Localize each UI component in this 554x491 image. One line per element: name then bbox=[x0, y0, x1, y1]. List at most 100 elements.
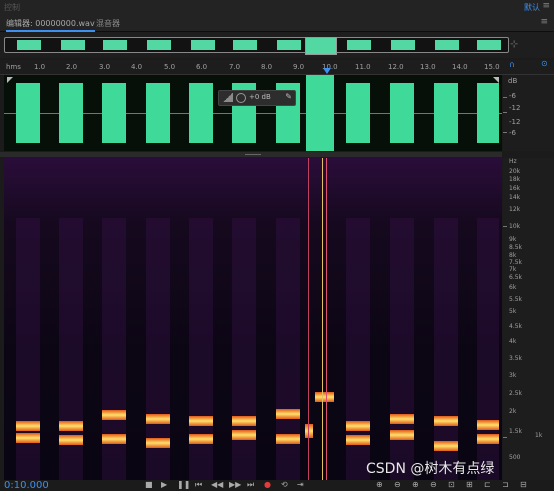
spectral-band bbox=[477, 420, 499, 430]
db-tick bbox=[503, 97, 507, 98]
overview-clip bbox=[477, 40, 501, 50]
spectral-band bbox=[102, 410, 126, 420]
tab-editor[interactable]: 编辑器: 00000000.wav bbox=[6, 18, 95, 32]
panel-splitter[interactable] bbox=[0, 152, 502, 157]
ruler-tick: 12.0 bbox=[388, 63, 404, 71]
ruler-tick: 15.0 bbox=[484, 63, 500, 71]
waveform-clip bbox=[477, 83, 499, 143]
waveform-clip bbox=[16, 83, 40, 143]
ruler-unit: hms bbox=[6, 63, 21, 71]
zoom-out-amplitude-icon[interactable]: ⊖ bbox=[394, 481, 401, 489]
hz-label: 12k bbox=[509, 206, 521, 213]
skip-end-icon[interactable]: ⏭ bbox=[247, 481, 254, 489]
spectral-column bbox=[232, 218, 256, 480]
workspace-selector[interactable]: 默认 bbox=[524, 2, 540, 13]
spectral-display[interactable] bbox=[4, 158, 502, 480]
overview-clip bbox=[277, 40, 301, 50]
spectral-band bbox=[189, 434, 213, 444]
ruler-tick: 11.0 bbox=[355, 63, 371, 71]
spectral-band bbox=[305, 424, 313, 438]
stop-icon[interactable]: ■ bbox=[145, 481, 153, 489]
waveform-clip bbox=[59, 83, 83, 143]
hz-label: 7k bbox=[509, 266, 517, 273]
hz-tick bbox=[503, 226, 507, 227]
ruler-tick: 3.0 bbox=[99, 63, 111, 71]
fast-forward-icon[interactable]: ▶▶ bbox=[229, 481, 241, 489]
overview-navigator[interactable]: ⊹ bbox=[0, 32, 554, 58]
zoom-full-icon[interactable]: ⊡ bbox=[448, 481, 455, 489]
pin-icon[interactable]: ✎ bbox=[285, 92, 292, 101]
db-scale: dB -6 -12 -12 -6 ⊙ ∩ bbox=[503, 59, 554, 151]
selection-edge bbox=[308, 158, 309, 480]
hz-label: 6k bbox=[509, 284, 517, 291]
playhead-line[interactable] bbox=[322, 158, 323, 480]
headphones-icon[interactable]: ∩ bbox=[509, 60, 515, 69]
zoom-in-time-icon[interactable]: ⊕ bbox=[412, 481, 419, 489]
spectral-band bbox=[346, 421, 370, 431]
db-tick bbox=[503, 112, 507, 113]
overview-clip bbox=[17, 40, 41, 50]
spectral-band bbox=[102, 434, 126, 444]
waveform-display[interactable] bbox=[4, 75, 502, 151]
overview-selection[interactable] bbox=[305, 37, 337, 55]
channel-icon[interactable]: ⊙ bbox=[541, 59, 548, 68]
overview-clip bbox=[147, 40, 171, 50]
hz-tick bbox=[503, 437, 507, 438]
time-ruler[interactable]: hms 1.0 2.0 3.0 4.0 5.0 6.0 7.0 8.0 9.0 … bbox=[0, 60, 554, 75]
spectral-band bbox=[390, 430, 414, 440]
skip-selection-icon[interactable]: ⇥ bbox=[297, 481, 304, 489]
level-icon bbox=[223, 93, 233, 102]
spectral-band bbox=[146, 438, 170, 448]
db-label: -6 bbox=[509, 92, 516, 100]
waveform-selection[interactable] bbox=[306, 75, 334, 151]
hz-label: 2.5k bbox=[509, 390, 523, 397]
zoom-left-icon[interactable]: ⊏ bbox=[484, 481, 491, 489]
ruler-tick: 4.0 bbox=[131, 63, 143, 71]
zoom-out-time-icon[interactable]: ⊖ bbox=[430, 481, 437, 489]
ruler-tick: 2.0 bbox=[66, 63, 78, 71]
skip-start-icon[interactable]: ⏮ bbox=[195, 481, 202, 489]
spectral-band bbox=[315, 392, 334, 402]
spectral-band bbox=[434, 416, 458, 426]
spectral-band bbox=[276, 434, 300, 444]
gain-value: +0 dB bbox=[249, 93, 271, 101]
playhead-handle[interactable] bbox=[323, 68, 331, 74]
zoom-right-icon[interactable]: ⊐ bbox=[502, 481, 509, 489]
hz-label: 5k bbox=[509, 308, 517, 315]
hz-label: 7.5k bbox=[509, 259, 523, 266]
gain-hud[interactable]: +0 dB ✎ bbox=[218, 90, 296, 106]
hz-label: 18k bbox=[509, 176, 521, 183]
spectral-band bbox=[232, 430, 256, 440]
pause-icon[interactable]: ❚❚ bbox=[177, 481, 190, 489]
ruler-tick: 5.0 bbox=[164, 63, 176, 71]
loop-icon[interactable]: ⟲ bbox=[281, 481, 288, 489]
panel-menu-icon[interactable]: ≡ bbox=[540, 17, 548, 27]
waveform-clip bbox=[146, 83, 170, 143]
top-bar: 控制 默认 ≡ bbox=[0, 0, 554, 15]
spectral-band bbox=[146, 414, 170, 424]
menu-icon[interactable]: ≡ bbox=[542, 1, 550, 11]
rewind-icon[interactable]: ◀◀ bbox=[211, 481, 223, 489]
hz-label: 3k bbox=[509, 372, 517, 379]
zoom-selection-icon[interactable]: ⊞ bbox=[466, 481, 473, 489]
play-icon[interactable]: ▶ bbox=[161, 481, 167, 489]
gain-knob-icon[interactable] bbox=[236, 93, 246, 103]
overview-track[interactable] bbox=[4, 37, 509, 55]
hz-label: 500 bbox=[509, 454, 521, 461]
zoom-in-amplitude-icon[interactable]: ⊕ bbox=[376, 481, 383, 489]
overview-clip bbox=[435, 40, 459, 50]
ruler-tick: 1.0 bbox=[34, 63, 46, 71]
fade-in-handle-icon[interactable] bbox=[7, 77, 13, 83]
hz-label: 4.5k bbox=[509, 323, 523, 330]
spectral-band bbox=[59, 421, 83, 431]
hz-label: 16k bbox=[509, 185, 521, 192]
db-label: -12 bbox=[509, 104, 521, 112]
record-icon[interactable]: ● bbox=[264, 481, 271, 489]
zoom-reset-icon[interactable]: ⊟ bbox=[520, 481, 527, 489]
hz-label: 9k bbox=[509, 236, 517, 243]
zoom-icon[interactable]: ⊹ bbox=[510, 39, 518, 50]
spectral-band bbox=[477, 434, 499, 444]
tab-mixer[interactable]: 混音器 bbox=[96, 18, 120, 29]
fade-out-handle-icon[interactable] bbox=[493, 77, 499, 83]
editor-tabs: 编辑器: 00000000.wav 混音器 ≡ bbox=[0, 14, 554, 32]
